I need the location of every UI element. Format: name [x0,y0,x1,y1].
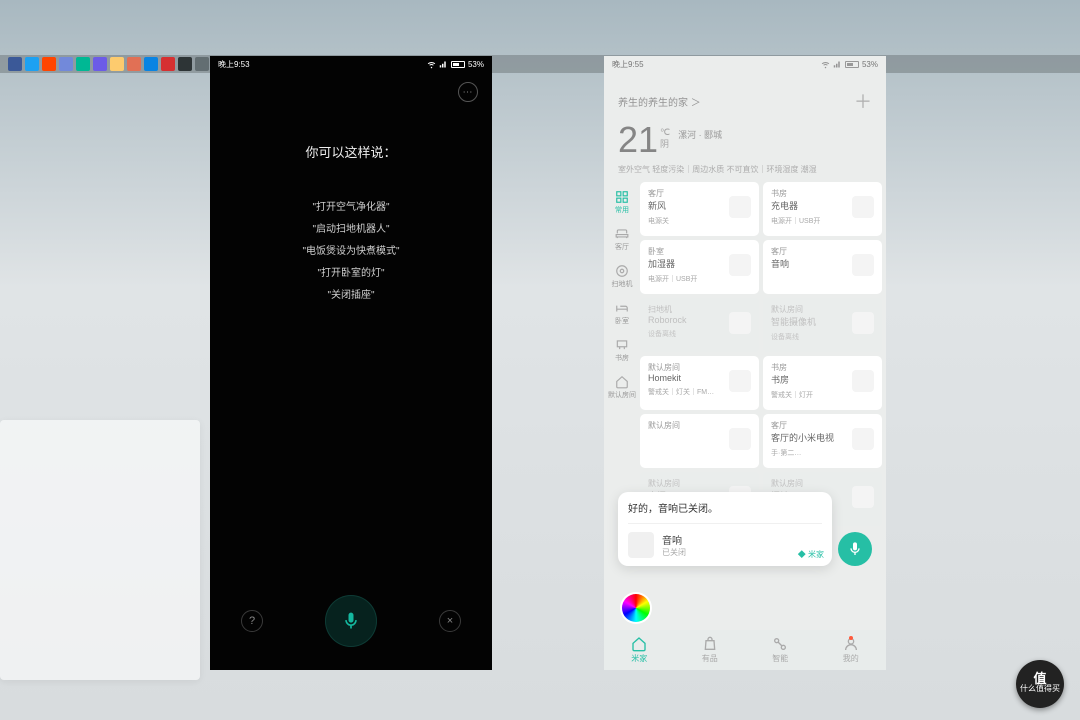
bed-icon [615,301,629,315]
home-icon [631,636,647,652]
desk-icon [615,338,629,352]
home-selector[interactable]: 养生的养生的家 ＞ [618,94,701,109]
device-thumb-icon [628,532,654,558]
environment-line: 室外空气 轻度污染｜周边水质 不可直饮｜环境湿度 潮湿 [618,164,872,175]
voice-prompt-title: 你可以这样说： [210,142,492,161]
mijia-badge: ◆ 米家 [798,549,824,560]
tile-device-icon [852,370,874,392]
close-button[interactable]: × [439,610,461,632]
help-button[interactable]: ? [241,610,263,632]
device-tile[interactable]: 默认房间智能摄像机设备离线 [763,298,882,352]
bag-icon [702,636,718,652]
status-time: 晚上9:55 [612,59,644,70]
sidebar-item-study[interactable]: 书房 [604,334,640,367]
status-bar: 晚上9:55 53% [604,56,886,72]
status-time: 晚上9:53 [218,59,250,70]
voice-suggestions: "打开空气净化器" "启动扫地机器人" "电饭煲设为快煮模式" "打开卧室的灯"… [210,197,492,307]
tab-profile[interactable]: 我的 [843,636,859,664]
device-tile[interactable]: 默认房间 [640,414,759,468]
sidebar-item-common[interactable]: 常用 [604,186,640,219]
signal-icon [439,60,448,69]
device-tile[interactable]: 扫地机Roborock设备离线 [640,298,759,352]
device-tile[interactable]: 书房书房警戒关｜灯开 [763,356,882,410]
notification-dot [849,636,853,640]
sidebar-item-default[interactable]: 默认房间 [604,371,640,404]
microphone-icon [847,541,863,557]
tile-device-icon [852,196,874,218]
sidebar-item-livingroom[interactable]: 客厅 [604,223,640,256]
device-tile[interactable]: 卧室加湿器电源开｜USB开 [640,240,759,294]
response-device-status: 已关闭 [662,547,686,558]
location: 漯河 · 郾城 [678,128,722,142]
tile-device-icon [729,370,751,392]
tile-device-icon [852,486,874,508]
tab-smart[interactable]: 智能 [772,636,788,664]
tile-device-icon [729,254,751,276]
bottom-tabbar: 米家 有品 智能 我的 [604,630,886,670]
signal-icon [833,60,842,69]
voice-assistant-screen: 晚上9:53 53% ⋯ 你可以这样说： "打开空气净化器" "启动扫地机器人"… [210,56,492,670]
tile-device-icon [729,312,751,334]
response-device-name: 音响 [662,532,686,547]
sofa-icon [615,227,629,241]
smzdm-watermark: 值 什么值得买 [1016,660,1064,708]
grid-icon [615,190,629,204]
battery-text: 53% [862,60,878,69]
add-device-button[interactable]: ＋ [854,88,872,114]
tile-device-icon [729,428,751,450]
color-picker-fab[interactable] [622,594,650,622]
more-button[interactable]: ⋯ [458,82,478,102]
weather-widget[interactable]: 21 ℃阴 漯河 · 郾城 [618,122,872,158]
tab-mihome[interactable]: 米家 [631,636,647,664]
device-tile[interactable]: 客厅客厅的小米电视手·第二… [763,414,882,468]
response-text: 好的，音响已关闭。 [628,500,822,515]
tile-device-icon [852,312,874,334]
temperature: 21 [618,122,658,158]
device-tile[interactable]: 默认房间Homekit警戒关｜灯关｜FM… [640,356,759,410]
assistant-response-card[interactable]: 好的，音响已关闭。 音响 已关闭 ◆ 米家 [618,492,832,566]
wifi-icon [427,60,436,69]
microphone-icon [341,611,361,631]
tile-device-icon [729,196,751,218]
device-tile[interactable]: 书房充电器电源开｜USB开 [763,182,882,236]
mihome-screen: 晚上9:55 53% 养生的养生的家 ＞ ＋ 21 ℃阴 漯河 · 郾城 室外空… [604,56,886,670]
device-tile[interactable]: 客厅音响 [763,240,882,294]
voice-fab-button[interactable] [838,532,872,566]
tab-youpin[interactable]: 有品 [702,636,718,664]
battery-text: 53% [468,60,484,69]
vacuum-icon [615,264,629,278]
keyboard-background [0,420,200,680]
microphone-button[interactable] [325,595,377,647]
sidebar-item-bedroom[interactable]: 卧室 [604,297,640,330]
status-bar: 晚上9:53 53% [210,56,492,72]
device-tile[interactable]: 客厅新风电源关 [640,182,759,236]
sidebar-item-vacuum[interactable]: 扫地机 [604,260,640,293]
home-icon [615,375,629,389]
link-icon [772,636,788,652]
wifi-icon [821,60,830,69]
tile-device-icon [852,254,874,276]
tile-device-icon [852,428,874,450]
